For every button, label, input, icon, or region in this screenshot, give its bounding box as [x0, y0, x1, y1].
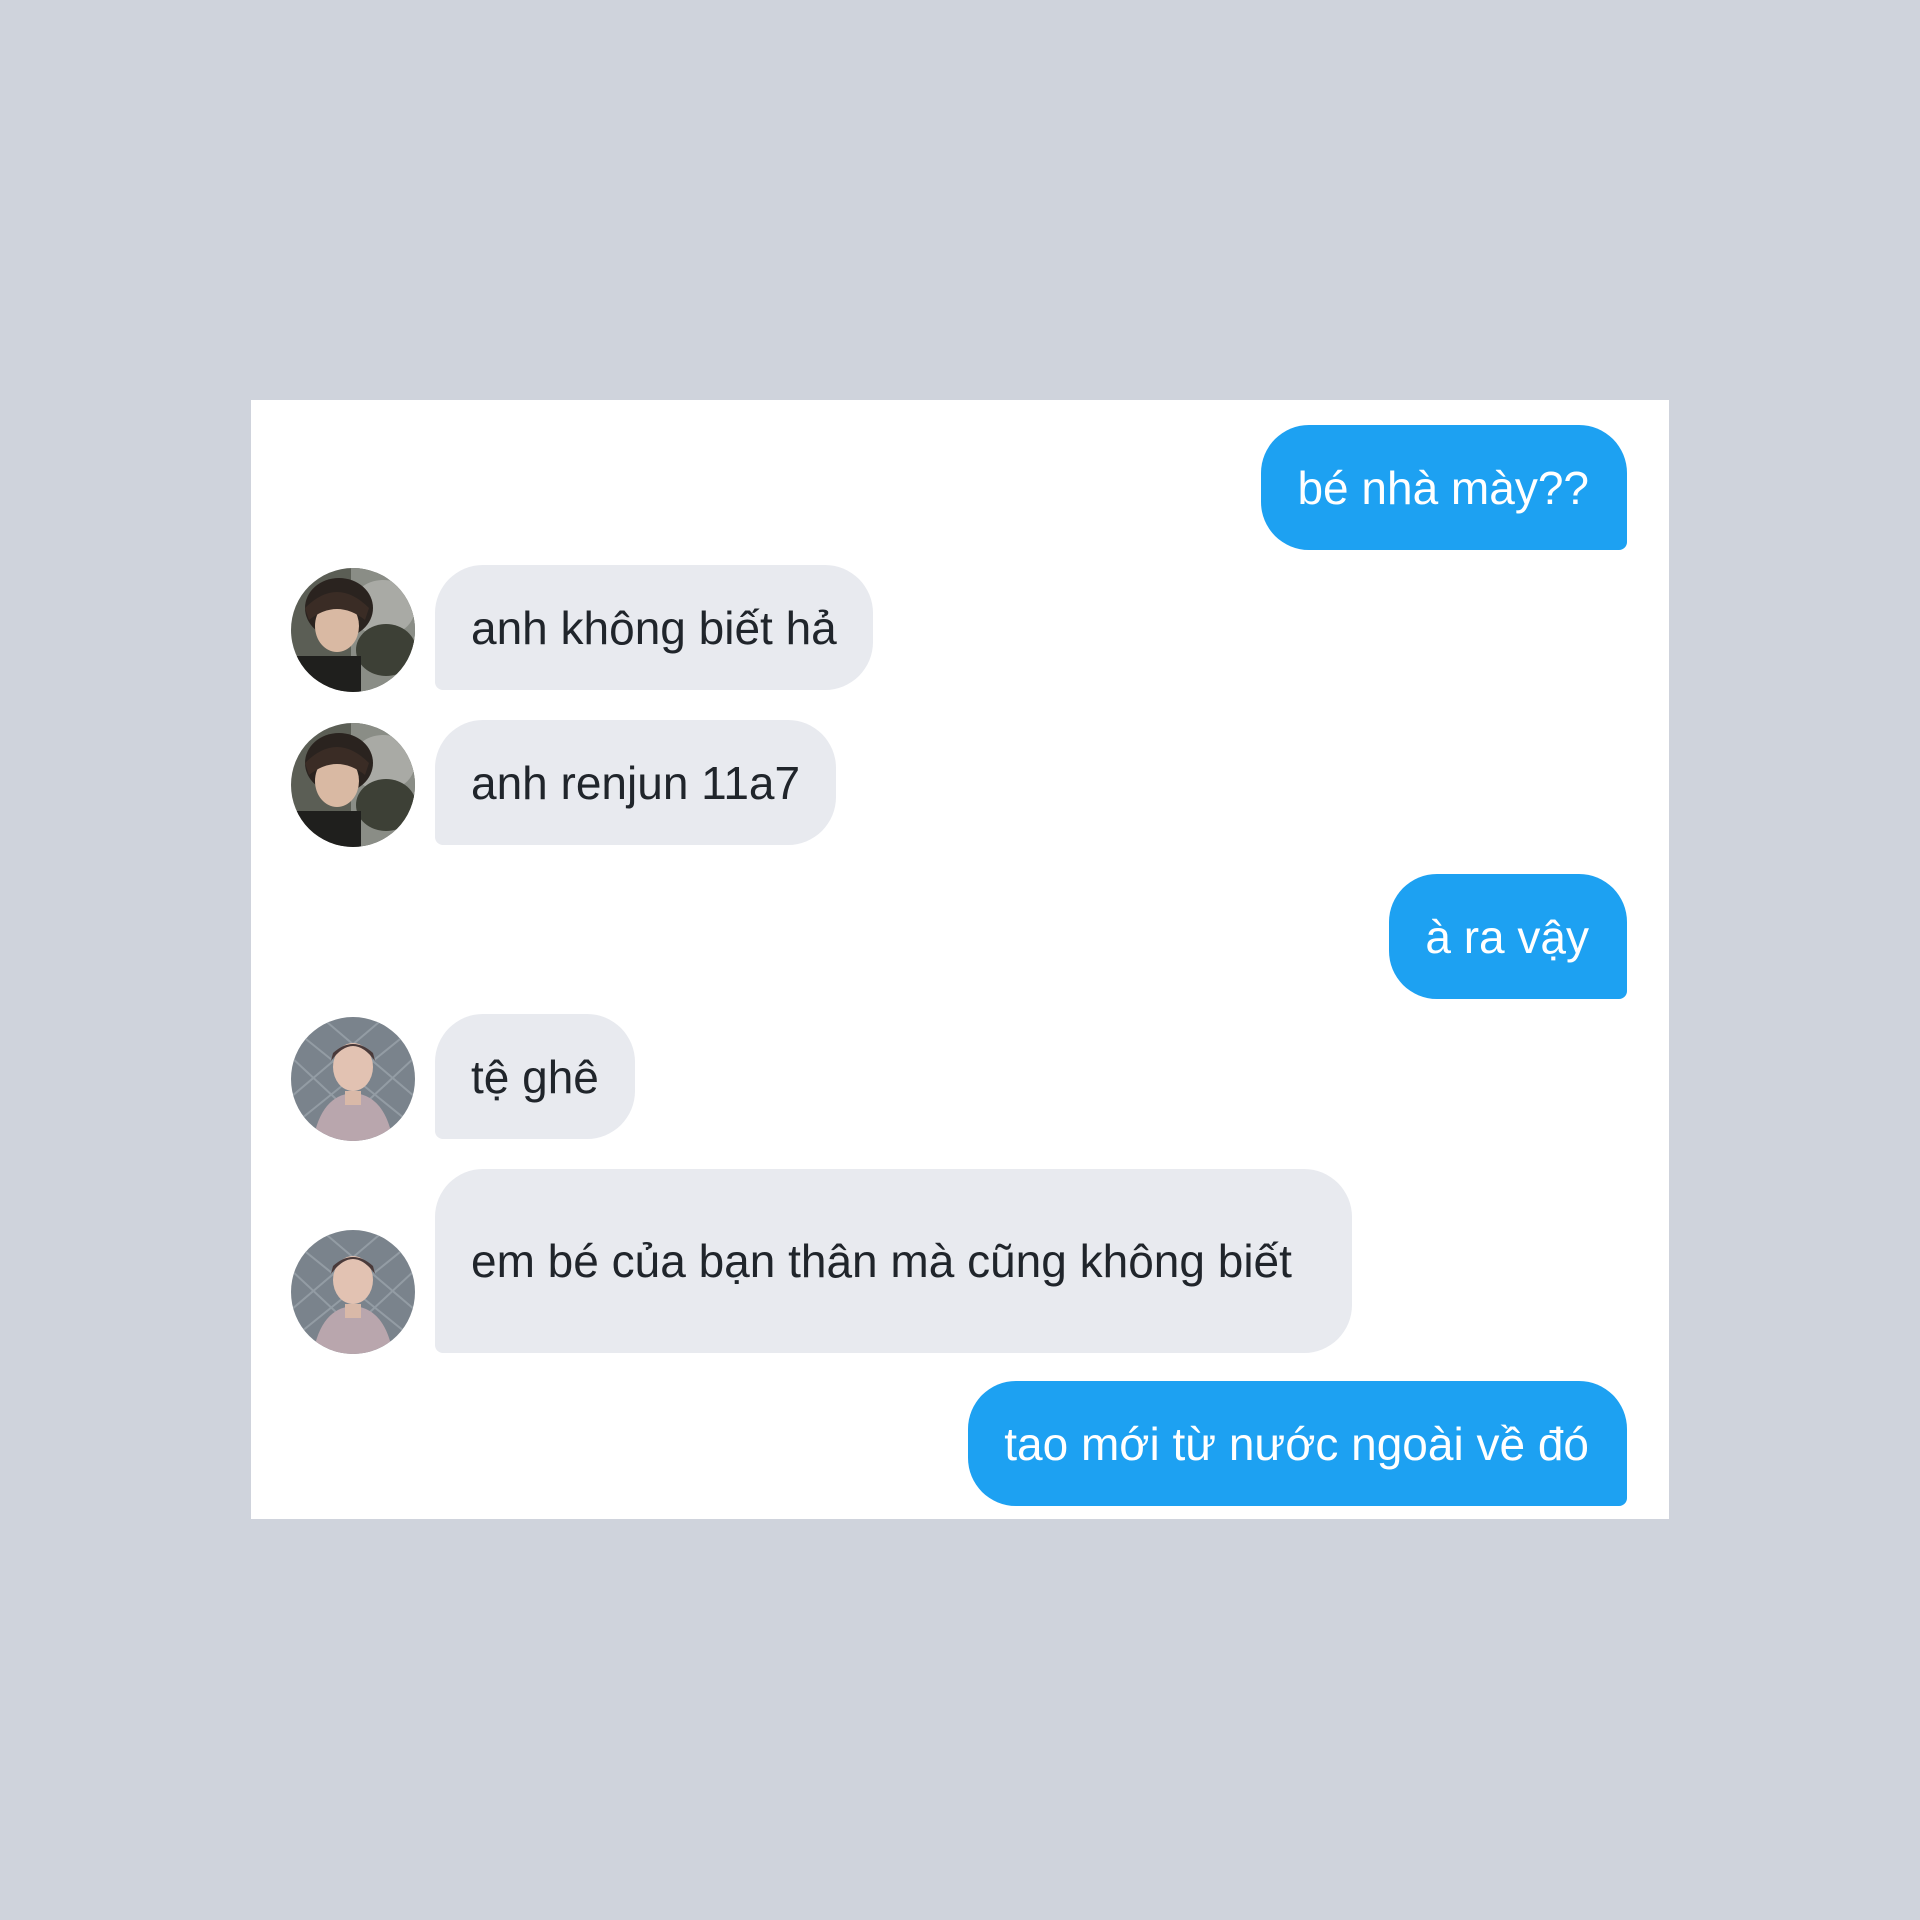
message-text: tệ ghê: [471, 1050, 599, 1103]
outgoing-message[interactable]: à ra vậy: [1389, 874, 1627, 999]
avatar-photo-dark: [291, 568, 415, 692]
message-text: tao mới từ nước ngoài về đó: [1004, 1417, 1589, 1470]
avatar-photo-fence: [291, 1017, 415, 1141]
message-text: à ra vậy: [1425, 910, 1589, 963]
incoming-message[interactable]: em bé của bạn thân mà cũng không biết: [435, 1169, 1352, 1353]
message-text: em bé của bạn thân mà cũng không biết: [471, 1235, 1292, 1287]
message-text: anh renjun 11a7: [471, 756, 801, 809]
avatar-photo-dark: [291, 723, 415, 847]
avatar-photo-fence: [291, 1230, 415, 1354]
incoming-message[interactable]: tệ ghê: [435, 1014, 635, 1139]
contact-avatar[interactable]: [291, 723, 415, 847]
contact-avatar[interactable]: [291, 1017, 415, 1141]
chat-card: bé nhà mày?? anh không biết hả anh renju…: [251, 400, 1669, 1519]
message-text: bé nhà mày??: [1297, 461, 1589, 514]
contact-avatar[interactable]: [291, 1230, 415, 1354]
contact-avatar[interactable]: [291, 568, 415, 692]
outgoing-message[interactable]: tao mới từ nước ngoài về đó: [968, 1381, 1627, 1506]
incoming-message[interactable]: anh không biết hả: [435, 565, 873, 690]
outgoing-message[interactable]: bé nhà mày??: [1261, 425, 1627, 550]
incoming-message[interactable]: anh renjun 11a7: [435, 720, 837, 845]
message-text: anh không biết hả: [471, 601, 837, 654]
